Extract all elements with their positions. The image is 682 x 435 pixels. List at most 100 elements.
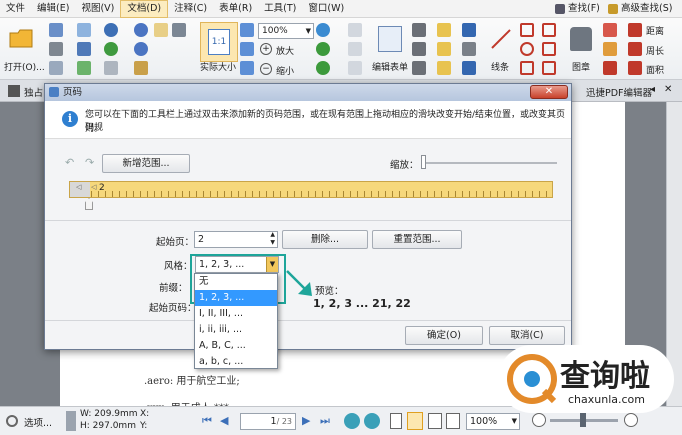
continuous-view-icon[interactable] <box>407 412 423 430</box>
history-forward-icon[interactable] <box>364 413 380 429</box>
ellipse-icon[interactable] <box>520 42 534 56</box>
redo-icon[interactable]: ↷ <box>85 156 94 169</box>
page-range-ruler[interactable]: ◁ ◁ 2 <box>69 181 553 198</box>
status-zoom-select[interactable]: 100% ▼ <box>466 413 520 430</box>
email-icon[interactable] <box>77 23 91 37</box>
last-page-icon[interactable]: ⏭ <box>320 414 330 428</box>
style-option-upper-roman[interactable]: I, II, III, ... <box>195 306 277 322</box>
gear-icon[interactable] <box>6 415 18 427</box>
snapshot-icon[interactable] <box>134 61 148 75</box>
menu-edit[interactable]: 编辑(E) <box>31 0 75 18</box>
history-back-icon[interactable] <box>344 413 360 429</box>
area-icon[interactable] <box>628 61 642 75</box>
page-add-icon[interactable] <box>348 42 362 56</box>
print-icon[interactable] <box>49 42 63 56</box>
next-page-icon[interactable]: ▶ <box>302 414 310 427</box>
find-button[interactable]: 查找(F) <box>555 0 600 18</box>
cancel-button[interactable]: 取消(C) <box>489 326 565 345</box>
zoom-slider-thumb[interactable] <box>580 413 586 427</box>
start-page-input[interactable]: 2 ▲ ▼ <box>194 231 278 248</box>
page-icon[interactable] <box>348 23 362 37</box>
distance-icon[interactable] <box>628 23 642 37</box>
tab-left-label[interactable]: 独占 <box>24 85 43 99</box>
menu-file[interactable]: 文件 <box>0 0 31 18</box>
upload-icon[interactable] <box>77 61 91 75</box>
image-field-icon[interactable] <box>412 42 426 56</box>
menu-window[interactable]: 窗口(W) <box>302 0 350 18</box>
style-option-arabic[interactable]: 1, 2, 3, ... <box>195 290 277 306</box>
page-remove-icon[interactable] <box>348 61 362 75</box>
rotate-right-icon[interactable] <box>316 61 330 75</box>
menu-tools[interactable]: 工具(T) <box>258 0 302 18</box>
page-number-input[interactable]: 1/ 23 <box>240 413 296 430</box>
options-label[interactable]: 选项... <box>24 415 52 429</box>
text-field-icon[interactable] <box>412 23 426 37</box>
reset-range-button[interactable]: 重置范围... <box>372 230 462 249</box>
highlighter-icon[interactable] <box>603 42 617 56</box>
continuous-facing-view-icon[interactable] <box>446 413 460 429</box>
delete-button[interactable]: 删除... <box>282 230 368 249</box>
rectangle-icon[interactable] <box>542 42 556 56</box>
menu-document[interactable]: 文档(D) <box>120 0 169 18</box>
pencil-icon[interactable] <box>603 61 617 75</box>
arrow-icon[interactable] <box>520 23 534 37</box>
back-icon[interactable] <box>134 23 148 37</box>
perimeter-icon[interactable] <box>628 42 642 56</box>
eraser-icon[interactable] <box>603 23 617 37</box>
zoom-select[interactable]: 100% ▼ <box>258 23 314 39</box>
tab-close-icon[interactable]: ✕ <box>664 84 672 95</box>
dialog-zoom-slider-track[interactable] <box>423 162 557 164</box>
pentagon-icon[interactable] <box>542 23 556 37</box>
style-option-none[interactable]: 无 <box>195 274 277 290</box>
fit-page-icon[interactable] <box>240 23 254 37</box>
spinner-icon[interactable]: ▲ ▼ <box>270 231 275 247</box>
typewriter-icon[interactable] <box>437 23 451 37</box>
ok-button[interactable]: 确定(O) <box>405 326 483 345</box>
cloud-icon[interactable] <box>542 61 556 75</box>
share-icon[interactable] <box>77 42 91 56</box>
menu-form[interactable]: 表单(R) <box>213 0 258 18</box>
facing-view-icon[interactable] <box>428 413 442 429</box>
select-text-icon[interactable] <box>104 61 118 75</box>
open-button[interactable] <box>4 24 38 52</box>
home-icon[interactable] <box>8 85 20 97</box>
new-range-button[interactable]: 新增范围... <box>102 154 190 173</box>
zoom-in-icon[interactable]: + <box>260 43 272 55</box>
fit-visible-icon[interactable] <box>240 61 254 75</box>
callout-icon[interactable] <box>437 61 451 75</box>
edit-form-button[interactable] <box>372 24 408 54</box>
zoom-tool-icon[interactable] <box>316 23 330 37</box>
first-page-icon[interactable]: ⏮ <box>202 414 212 428</box>
menu-view[interactable]: 视图(V) <box>75 0 120 18</box>
tab-editor-label[interactable]: 迅捷PDF编辑器 <box>586 85 652 99</box>
style-dropdown-list[interactable]: 无 1, 2, 3, ... I, II, III, ... i, ii, ii… <box>194 273 278 369</box>
hand-tool-icon[interactable] <box>154 23 168 37</box>
polyline-icon[interactable] <box>520 61 534 75</box>
textbox-icon[interactable] <box>437 42 451 56</box>
status-zoom-out-icon[interactable] <box>532 413 546 427</box>
status-zoom-in-icon[interactable] <box>624 413 638 427</box>
previous-page-icon[interactable]: ◀ <box>220 414 228 427</box>
close-icon[interactable]: ✕ <box>530 85 568 99</box>
style-option-upper-alpha[interactable]: A, B, C, ... <box>195 338 277 354</box>
link-field-icon[interactable] <box>412 61 426 75</box>
undo-icon[interactable] <box>104 23 118 37</box>
rotate-left-icon[interactable] <box>316 42 330 56</box>
line-tool-button[interactable] <box>486 24 516 54</box>
attachment-icon[interactable] <box>462 42 476 56</box>
fit-width-icon[interactable] <box>240 42 254 56</box>
stamp-button[interactable] <box>566 24 596 54</box>
camera-icon[interactable] <box>172 23 186 37</box>
ruler-slider-handle[interactable] <box>85 198 93 210</box>
sound-icon[interactable] <box>462 61 476 75</box>
refresh-icon[interactable] <box>104 42 118 56</box>
dialog-zoom-slider-thumb[interactable] <box>421 155 426 169</box>
single-page-view-icon[interactable] <box>390 413 402 429</box>
forward-icon[interactable] <box>134 42 148 56</box>
zoom-out-icon[interactable]: − <box>260 63 272 75</box>
pin-icon[interactable] <box>462 23 476 37</box>
undo-icon[interactable]: ↶ <box>65 156 74 169</box>
new-doc-icon[interactable] <box>49 61 63 75</box>
style-option-lower-roman[interactable]: i, ii, iii, ... <box>195 322 277 338</box>
style-option-lower-alpha[interactable]: a, b, c, ... <box>195 354 277 370</box>
